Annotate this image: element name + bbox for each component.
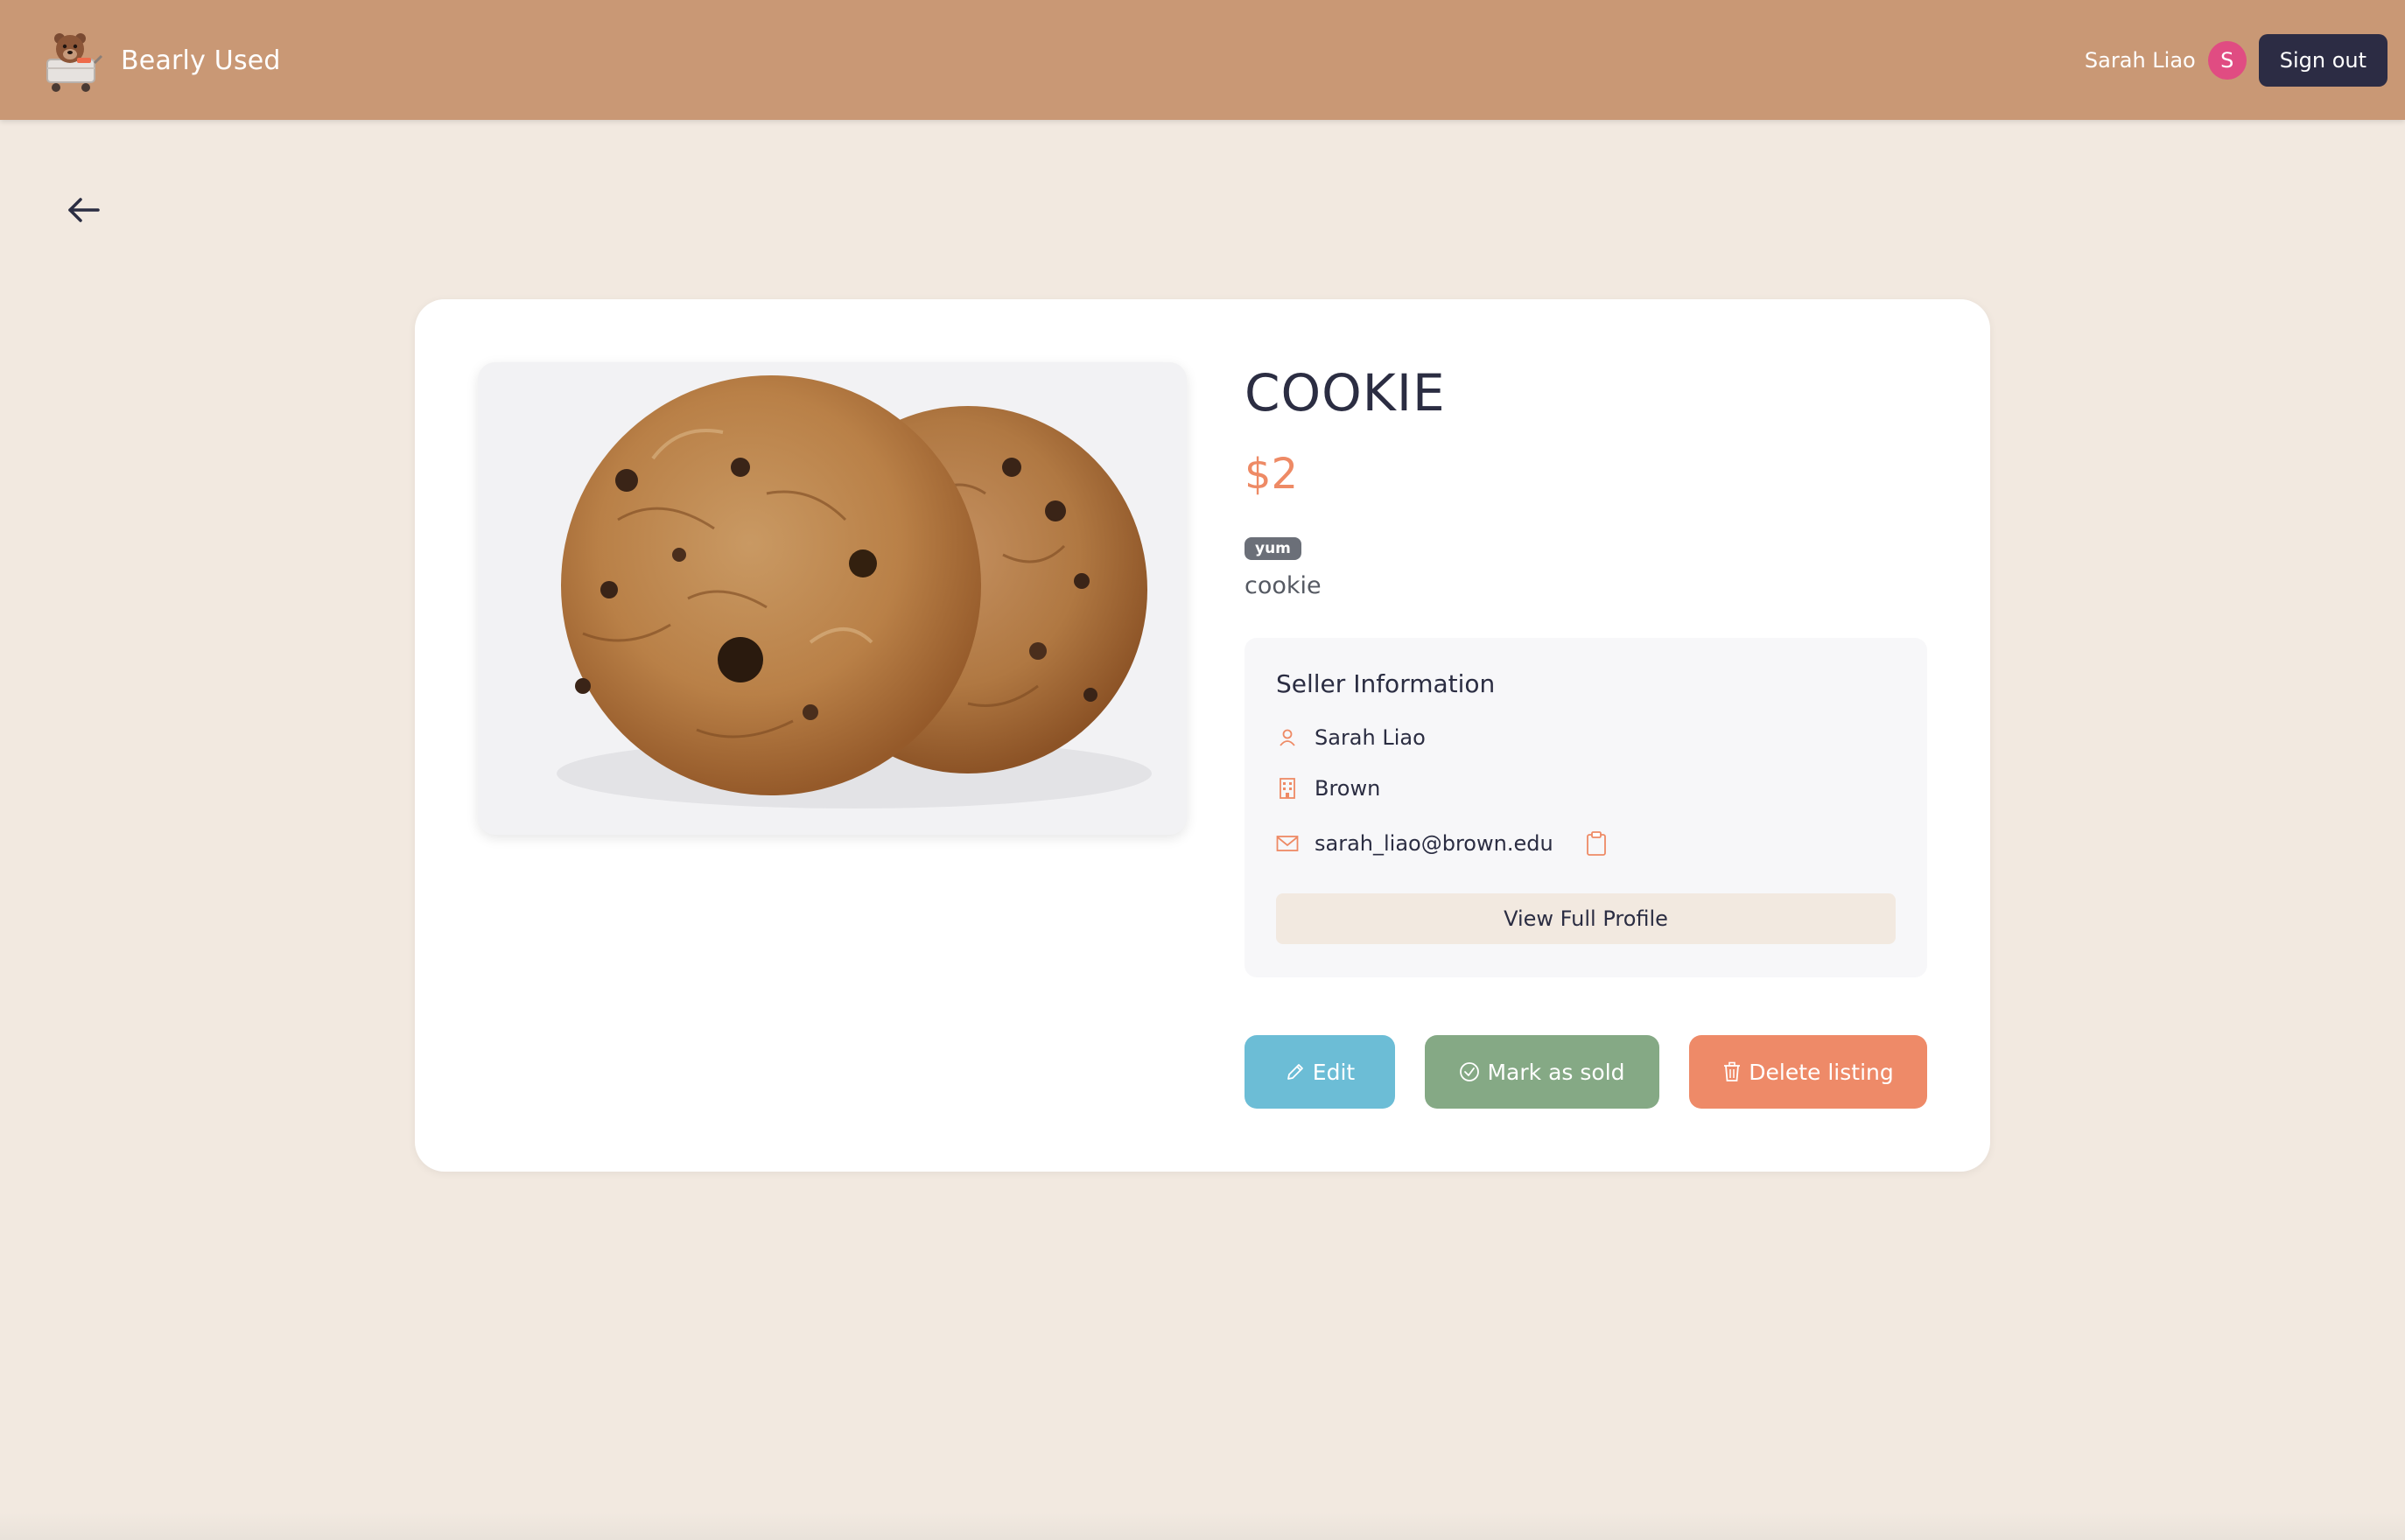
delete-listing-label: Delete listing: [1749, 1059, 1894, 1085]
seller-email: sarah_liao@brown.edu: [1315, 831, 1553, 856]
sign-out-button[interactable]: Sign out: [2258, 34, 2387, 87]
delete-listing-button[interactable]: Delete listing: [1689, 1035, 1927, 1109]
avatar[interactable]: S: [2207, 41, 2247, 80]
user-name: Sarah Liao: [2084, 48, 2196, 73]
mark-as-sold-button[interactable]: Mark as sold: [1425, 1035, 1659, 1109]
mark-as-sold-label: Mark as sold: [1487, 1059, 1625, 1085]
check-circle-icon: [1460, 1062, 1480, 1082]
listing-title: COOKIE: [1245, 363, 1446, 423]
top-nav-bar: Bearly Used Sarah Liao S Sign out: [0, 0, 2405, 120]
trash-icon: [1724, 1061, 1741, 1082]
bear-logo-icon: [46, 33, 103, 92]
edit-label: Edit: [1312, 1059, 1356, 1085]
arrow-left-icon[interactable]: [65, 194, 103, 226]
edit-button[interactable]: Edit: [1245, 1035, 1395, 1109]
pencil-icon: [1287, 1064, 1303, 1080]
brand-name: Bearly Used: [121, 45, 281, 76]
seller-info-panel: Seller Information Sarah Liao Brown sara…: [1245, 638, 1927, 977]
mail-icon: [1276, 832, 1299, 855]
listing-card: COOKIE $2 yum cookie Seller Information …: [415, 299, 1990, 1172]
user-area: Sarah Liao S Sign out: [2085, 33, 2387, 88]
listing-description: cookie: [1245, 572, 1322, 599]
seller-email-row: sarah_liao@brown.edu: [1276, 830, 1608, 857]
clipboard-icon[interactable]: [1585, 830, 1608, 857]
listing-price: $2: [1245, 450, 1299, 499]
building-icon: [1276, 777, 1299, 800]
brand-link[interactable]: Bearly Used: [42, 24, 281, 96]
tag-badge: yum: [1245, 537, 1301, 560]
avatar-initial: S: [2220, 48, 2234, 73]
cookie-photo: [478, 362, 1187, 835]
user-icon: [1276, 726, 1299, 749]
listing-info: COOKIE $2 yum cookie Seller Information …: [1245, 362, 1927, 977]
seller-school: Brown: [1315, 776, 1381, 801]
seller-school-row: Brown: [1276, 776, 1380, 801]
listing-image: [478, 362, 1187, 835]
seller-name-row: Sarah Liao: [1276, 725, 1426, 750]
listing-actions: Edit Mark as sold Delete listing: [1245, 1035, 1927, 1109]
seller-name: Sarah Liao: [1315, 725, 1426, 750]
seller-info-heading: Seller Information: [1276, 669, 1496, 698]
page-bottom-edge: [0, 1512, 2405, 1540]
view-full-profile-button[interactable]: View Full Profile: [1276, 893, 1896, 944]
